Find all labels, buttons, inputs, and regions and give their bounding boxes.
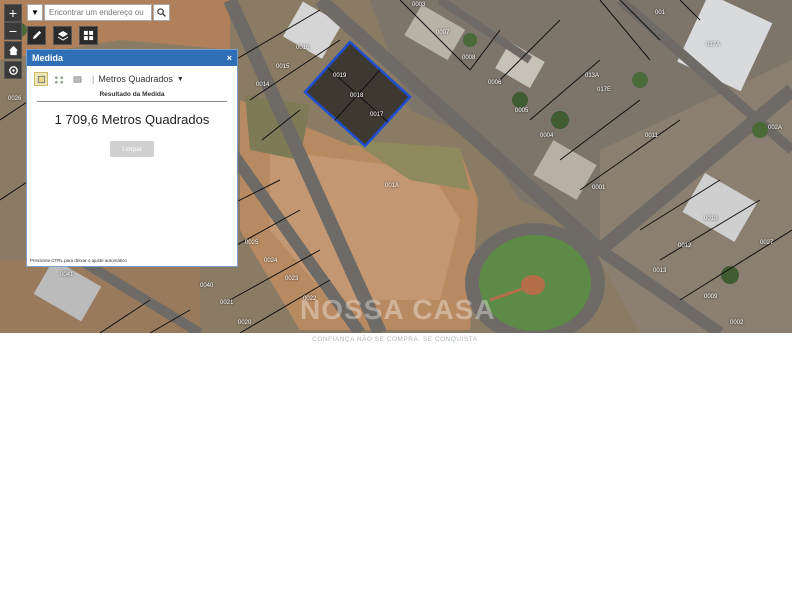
measure-tool-button[interactable] xyxy=(27,26,46,45)
measure-toolbar: | Metros Quadrados ▼ xyxy=(27,66,237,86)
parcel-label: 002A xyxy=(768,125,783,131)
parcel-label: 0016 xyxy=(296,45,310,51)
chevron-down-icon[interactable]: ▼ xyxy=(177,76,184,83)
parcel-label: 0007 xyxy=(436,30,450,36)
parcel-label: 0011 xyxy=(645,133,658,139)
zoom-out-button[interactable]: − xyxy=(4,22,22,40)
parcel-label: 0003 xyxy=(412,2,426,8)
parcel-label: 0018 xyxy=(350,93,364,99)
panel-title: Medida xyxy=(32,53,64,63)
parcel-label: 0023 xyxy=(285,276,299,282)
parcel-label: 0004 xyxy=(540,133,554,139)
result-label: Resultado da Medida xyxy=(99,91,165,98)
parcel-label: 0010 xyxy=(704,216,718,222)
search-input[interactable]: Encontrar um endereço ou xyxy=(44,4,152,21)
parcel-label: 0024 xyxy=(264,258,278,264)
result-value: 1 709,6 Metros Quadrados xyxy=(54,112,210,127)
parcel-label: 0006 xyxy=(488,80,502,86)
panel-hint: Pressione CTRL para deixar o ajuste auto… xyxy=(30,258,127,263)
home-icon xyxy=(8,45,18,55)
parcel-label: 0020 xyxy=(238,320,252,326)
search-icon xyxy=(157,8,166,17)
area-icon xyxy=(37,75,45,83)
measure-panel: Medida × | Metros Quadrados ▼ Resultado … xyxy=(26,49,238,267)
parcel-label: 0026 xyxy=(8,96,22,102)
parcel-label: 0019 xyxy=(333,73,347,79)
parcel-label: 013A xyxy=(585,73,600,79)
measure-panel-header: Medida × xyxy=(27,50,237,66)
parcel-label: 017A xyxy=(706,42,721,48)
unit-select[interactable]: Metros Quadrados xyxy=(98,74,173,84)
parcel-label: 001A xyxy=(385,183,400,189)
parcel-label: 0008 xyxy=(462,55,476,61)
close-icon[interactable]: × xyxy=(227,53,232,63)
result-divider xyxy=(37,101,227,102)
clear-button[interactable]: Limpar xyxy=(110,141,154,157)
distance-icon xyxy=(54,75,64,84)
distance-tool-button[interactable] xyxy=(52,72,66,86)
parcel-label: 0013 xyxy=(653,268,667,274)
parcel-label: 0014 xyxy=(256,82,270,88)
plus-icon: + xyxy=(8,5,18,21)
home-button[interactable] xyxy=(4,41,22,59)
parcel-label: 0005 xyxy=(515,108,529,114)
caret-down-icon: ▼ xyxy=(31,8,39,17)
parcel-label: 0002 xyxy=(730,320,744,326)
search-button[interactable] xyxy=(153,4,170,21)
parcel-label: 017E xyxy=(597,87,612,93)
parcel-label: 0012 xyxy=(678,243,692,249)
parcel-label: 001 xyxy=(655,10,666,16)
parcel-label: 0017 xyxy=(370,112,384,118)
parcel-label: 0015 xyxy=(276,64,290,70)
parcel-label: 0040 xyxy=(200,283,214,289)
pencil-icon xyxy=(32,30,42,40)
search-source-dropdown[interactable]: ▼ xyxy=(27,4,43,21)
layers-button[interactable] xyxy=(53,26,72,45)
locate-icon xyxy=(8,65,18,75)
grid-icon xyxy=(83,30,94,41)
locate-button[interactable] xyxy=(4,61,22,79)
slogan: CONFIANÇA NÃO SE COMPRA. SE CONQUISTA. xyxy=(312,336,480,343)
minus-icon: − xyxy=(8,23,18,39)
parcel-label: 0021 xyxy=(220,300,234,306)
location-icon xyxy=(73,75,81,83)
zoom-in-button[interactable]: + xyxy=(4,4,22,22)
layers-icon xyxy=(57,31,68,41)
location-tool-button[interactable] xyxy=(70,72,84,86)
toolbar-separator: | xyxy=(92,74,95,84)
basemap-button[interactable] xyxy=(79,26,98,45)
area-tool-button[interactable] xyxy=(34,72,48,86)
parcel-label: 0001 xyxy=(592,185,606,191)
parcel-label: 0009 xyxy=(704,294,718,300)
parcel-label: 0041 xyxy=(60,272,74,278)
watermark: NOSSA CASA xyxy=(300,294,496,325)
parcel-label: 0025 xyxy=(245,240,259,246)
parcel-label: 0027 xyxy=(760,240,774,246)
